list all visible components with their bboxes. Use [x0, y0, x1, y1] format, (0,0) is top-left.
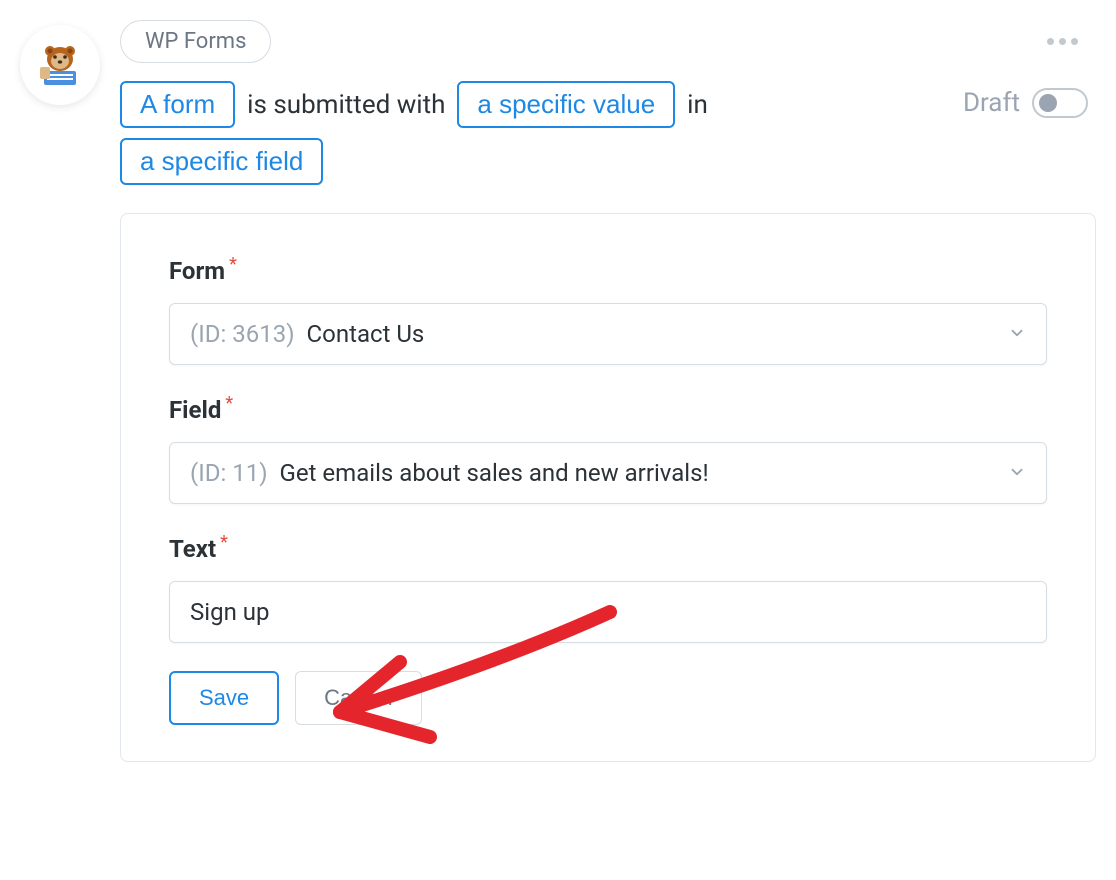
field-select[interactable]: (ID: 11) Get emails about sales and new …: [169, 442, 1047, 504]
token-value-button[interactable]: a specific value: [457, 81, 675, 128]
form-selected-value: Contact Us: [307, 320, 425, 348]
draft-toggle[interactable]: [1032, 88, 1088, 118]
text-input[interactable]: [169, 581, 1047, 643]
field-label: Field*: [169, 393, 1047, 424]
sentence-text-in: in: [687, 90, 708, 120]
form-id-prefix: (ID: 3613): [190, 320, 295, 348]
config-panel: Form* (ID: 3613) Contact Us Field*: [120, 213, 1096, 762]
save-button[interactable]: Save: [169, 671, 279, 725]
toggle-knob: [1039, 94, 1057, 112]
draft-status-label: Draft: [963, 88, 1020, 118]
bear-icon: [36, 41, 84, 89]
plugin-chip[interactable]: WP Forms: [120, 20, 271, 63]
cancel-button[interactable]: Cancel: [295, 671, 421, 725]
plugin-avatar: [20, 25, 100, 105]
field-id-prefix: (ID: 11): [190, 459, 268, 487]
form-select[interactable]: (ID: 3613) Contact Us: [169, 303, 1047, 365]
token-field-button[interactable]: a specific field: [120, 138, 323, 185]
token-form-button[interactable]: A form: [120, 81, 235, 128]
text-label: Text*: [169, 532, 1047, 563]
chevron-down-icon: [1008, 320, 1026, 348]
chevron-down-icon: [1008, 459, 1026, 487]
plugin-name: WP Forms: [145, 29, 246, 54]
form-label: Form*: [169, 254, 1047, 285]
more-options-icon[interactable]: [1047, 38, 1078, 45]
field-selected-value: Get emails about sales and new arrivals!: [280, 459, 709, 487]
sentence-text-submitted: is submitted with: [247, 90, 445, 120]
